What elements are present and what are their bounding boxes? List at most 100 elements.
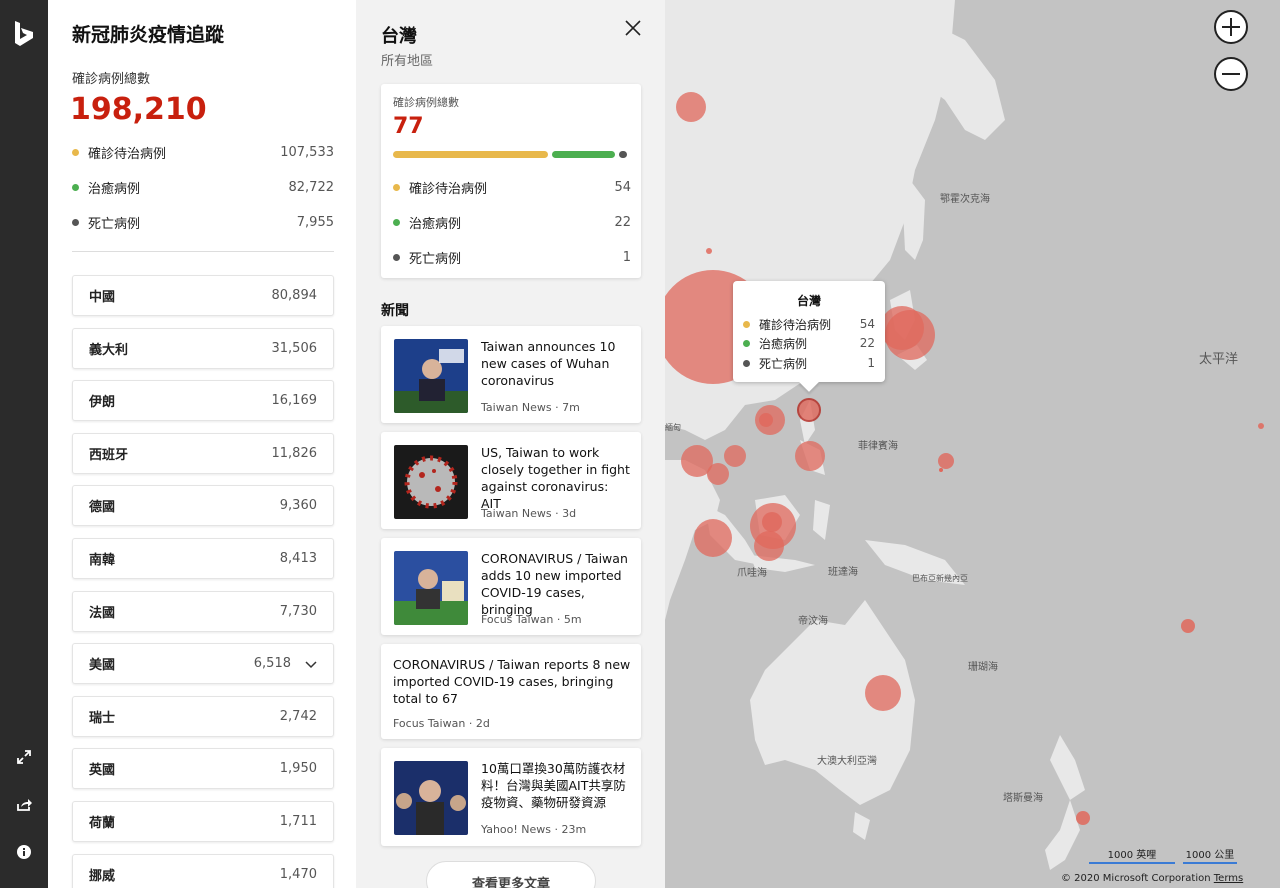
country-count: 1,950: [279, 761, 317, 777]
region-recovered-row: 治癒病例 22: [393, 212, 631, 232]
news-heading: 新聞: [381, 303, 409, 319]
country-item[interactable]: 英國 1,950: [72, 748, 334, 790]
zoom-out-button[interactable]: [1214, 57, 1248, 91]
country-name: 法國: [89, 605, 116, 621]
country-name: 瑞士: [89, 710, 116, 726]
tracker-title: 新冠肺炎疫情追蹤: [72, 24, 225, 46]
news-source: Taiwan News · 7m: [481, 401, 580, 414]
country-count: 1,470: [279, 866, 317, 882]
deaths-label: 死亡病例: [759, 356, 808, 371]
scale-miles: 1000 英哩: [1089, 846, 1175, 864]
tooltip-title: 台灣: [796, 294, 821, 308]
map-label-okhotsk: 鄂霍次克海: [940, 194, 990, 205]
divider: [72, 251, 334, 252]
news-age: · 3d: [555, 507, 577, 520]
country-name: 義大利: [89, 342, 129, 358]
map-label-timor-sea: 帝汶海: [798, 616, 828, 627]
active-value: 54: [859, 317, 875, 331]
news-headline: CORONAVIRUS / Taiwan reports 8 new impor…: [393, 657, 631, 706]
recovered-cases-row: 治癒病例 82,722: [72, 177, 334, 197]
minus-icon: [1222, 73, 1240, 75]
country-item[interactable]: 西班牙 11,826: [72, 432, 334, 474]
recovered-value: 82,722: [288, 179, 335, 195]
bar-active-segment: [393, 151, 548, 158]
map-label-great-bight: 大澳大利亞灣: [817, 756, 877, 767]
case-breakdown-bar: [393, 151, 631, 158]
map-label-pacific: 太平洋: [1199, 352, 1239, 367]
country-item[interactable]: 荷蘭 1,711: [72, 800, 334, 842]
deaths-dot: [393, 253, 400, 261]
news-age: · 5m: [556, 613, 582, 626]
zoom-in-button[interactable]: [1214, 10, 1248, 44]
terms-link[interactable]: Terms: [1214, 873, 1243, 884]
news-age: · 7m: [555, 401, 580, 414]
recovered-value: 22: [614, 214, 631, 230]
country-item[interactable]: 義大利 31,506: [72, 327, 334, 369]
recovered-label: 治癒病例: [409, 216, 462, 232]
country-count: 16,169: [271, 393, 318, 409]
country-item-expandable[interactable]: 美國 6,518: [72, 643, 334, 685]
country-name: 西班牙: [89, 447, 129, 463]
country-item[interactable]: 瑞士 2,742: [72, 695, 334, 737]
news-source: Taiwan News · 3d: [481, 507, 576, 520]
info-icon[interactable]: [12, 840, 36, 864]
news-source-name: Taiwan News: [481, 507, 552, 520]
recovered-dot: [743, 339, 750, 347]
news-source-name: Focus Taiwan: [393, 717, 466, 730]
country-name: 中國: [89, 290, 116, 305]
tooltip-recovered-row: 治癒病例 22: [743, 334, 875, 352]
country-item[interactable]: 法國 7,730: [72, 590, 334, 632]
recovered-dot: [72, 183, 79, 191]
expand-icon[interactable]: [12, 745, 36, 769]
country-item[interactable]: 挪威 1,470: [72, 853, 334, 888]
country-name: 南韓: [89, 552, 116, 568]
country-name: 荷蘭: [89, 815, 116, 831]
news-card[interactable]: CORONAVIRUS / Taiwan adds 10 new importe…: [381, 538, 641, 635]
region-total-value: 77: [393, 114, 424, 139]
map-label-tasman-sea: 塔斯曼海: [1003, 793, 1043, 804]
region-detail-panel: 台灣 所有地區 確診病例總數 77 確診待治病例 54 治癒病例 22 死亡病例…: [356, 0, 665, 888]
region-subtitle: 所有地區: [381, 54, 434, 69]
news-age: · 2d: [468, 717, 490, 730]
left-rail: [0, 0, 48, 888]
active-dot: [393, 183, 400, 191]
active-value: 54: [614, 179, 631, 195]
news-card[interactable]: 10萬口罩換30萬防護衣材料！台灣與美國AIT共享防疫物資、藥物研發資源 Yah…: [381, 748, 641, 846]
active-dot: [743, 320, 750, 328]
map-tooltip: 台灣 確診待治病例 54 治癒病例 22 死亡病例 1: [733, 281, 885, 382]
country-count: 6,518: [253, 656, 291, 672]
country-list: 中國 80,894 義大利 31,506 伊朗 16,169 西班牙 11,826 德國…: [72, 275, 334, 888]
recovered-label: 治癒病例: [759, 336, 808, 351]
global-stats-panel: 新冠肺炎疫情追蹤 確診病例總數 198,210 確診待治病例 107,533 治…: [48, 0, 356, 888]
country-count: 31,506: [271, 340, 318, 356]
news-card[interactable]: US, Taiwan to work closely together in f…: [381, 432, 641, 529]
country-item[interactable]: 南韓 8,413: [72, 537, 334, 579]
close-icon[interactable]: [623, 18, 643, 38]
map-canvas[interactable]: [665, 0, 1280, 888]
recovered-value: 22: [859, 336, 875, 350]
news-headline: CORONAVIRUS / Taiwan adds 10 new importe…: [481, 551, 628, 617]
tooltip-deaths-row: 死亡病例 1: [743, 354, 875, 372]
news-card[interactable]: CORONAVIRUS / Taiwan reports 8 new impor…: [381, 644, 641, 739]
deaths-value: 7,955: [296, 214, 334, 230]
news-thumbnail: [394, 339, 468, 413]
share-icon[interactable]: [12, 792, 36, 816]
chevron-down-icon[interactable]: [305, 658, 317, 670]
country-count: 7,730: [279, 603, 317, 619]
news-source-name: Yahoo! News: [481, 823, 552, 836]
news-source-name: Focus Taiwan: [481, 613, 554, 626]
deaths-dot: [743, 359, 750, 367]
bing-logo-icon[interactable]: [12, 20, 36, 48]
country-count: 2,742: [279, 708, 317, 724]
map-copyright: © 2020 Microsoft Corporation Terms: [1061, 873, 1243, 884]
deaths-value: 1: [622, 249, 631, 265]
news-source-name: Taiwan News: [481, 401, 552, 414]
country-item[interactable]: 伊朗 16,169: [72, 380, 334, 422]
country-item[interactable]: 德國 9,360: [72, 485, 334, 527]
map-view[interactable]: 鄂霍次克海 太平洋 菲律賓海 緬甸 爪哇海 班達海 巴布亞新幾內亞 帝汶海 珊瑚…: [665, 0, 1280, 888]
news-card[interactable]: Taiwan announces 10 new cases of Wuhan c…: [381, 326, 641, 423]
country-item[interactable]: 中國 80,894: [72, 275, 334, 316]
more-articles-button[interactable]: 查看更多文章: [426, 861, 596, 888]
country-count: 9,360: [279, 498, 317, 514]
death-cases-row: 死亡病例 7,955: [72, 212, 334, 232]
